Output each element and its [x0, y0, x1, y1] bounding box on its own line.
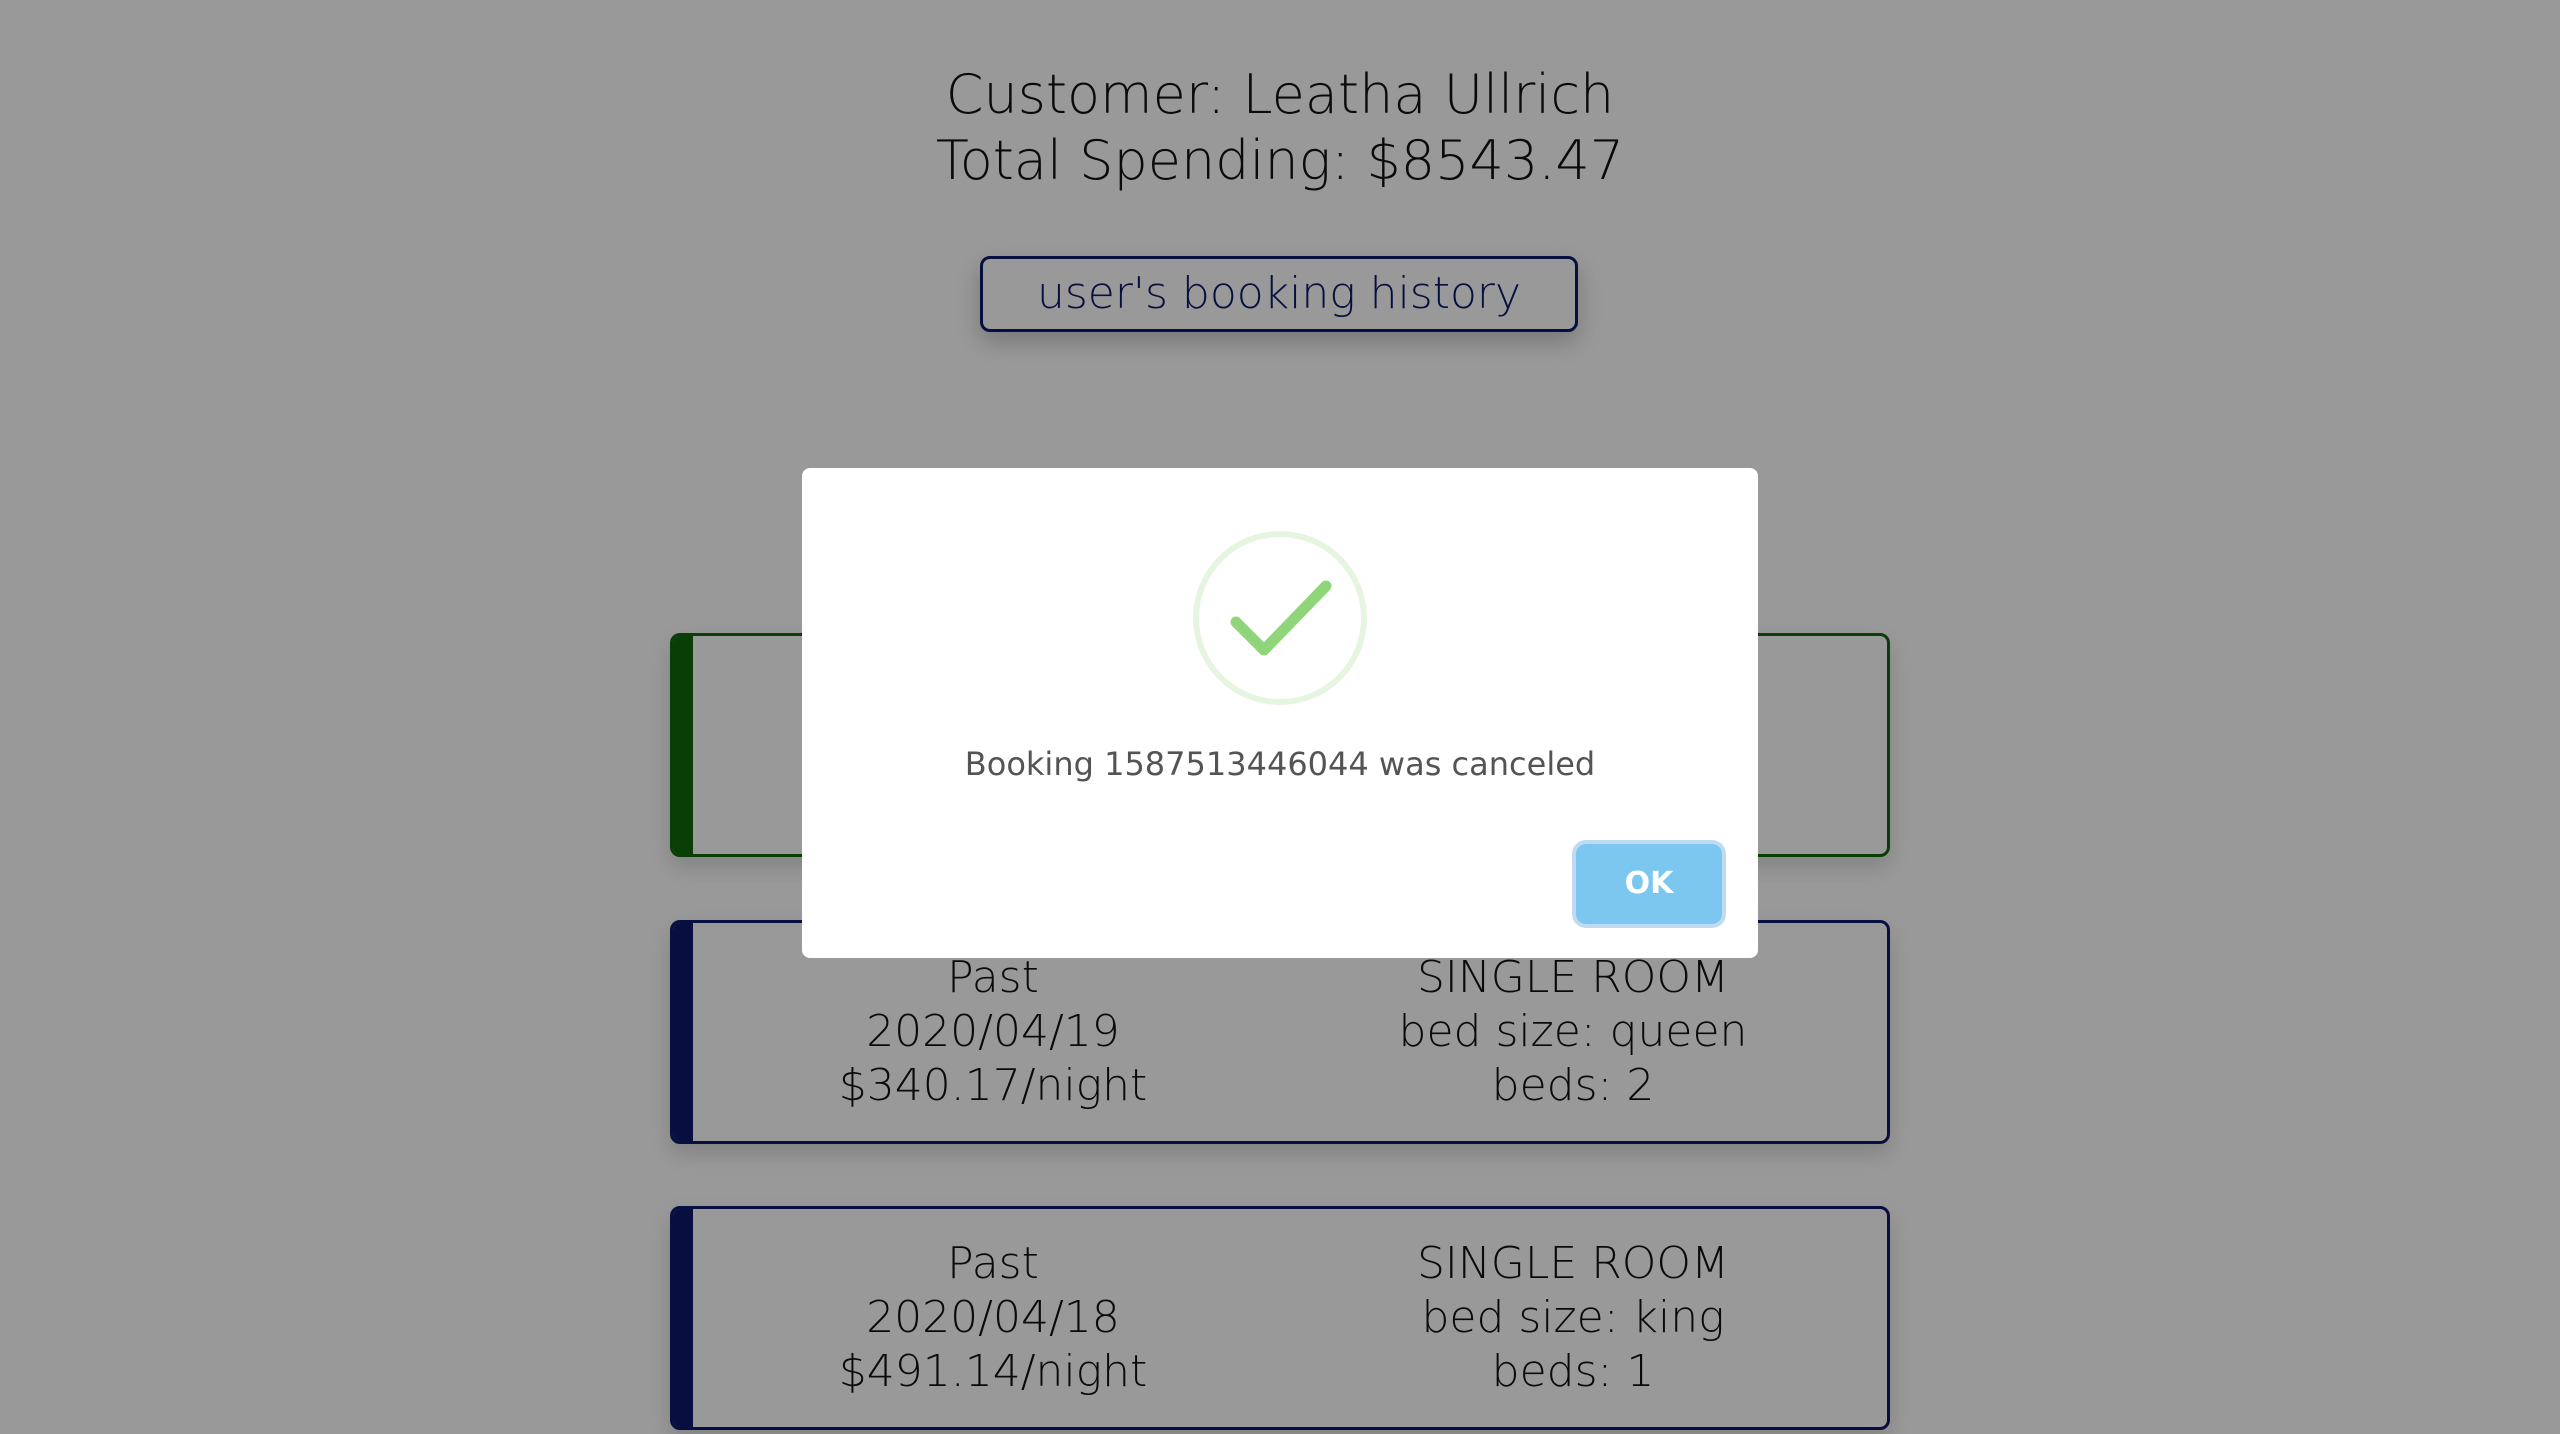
ok-button[interactable]: OK — [1576, 844, 1722, 924]
dialog-message: Booking 1587513446044 was canceled — [964, 745, 1596, 783]
success-check-icon — [1192, 530, 1368, 706]
cancel-confirmation-dialog: Booking 1587513446044 was canceled OK — [802, 468, 1758, 958]
